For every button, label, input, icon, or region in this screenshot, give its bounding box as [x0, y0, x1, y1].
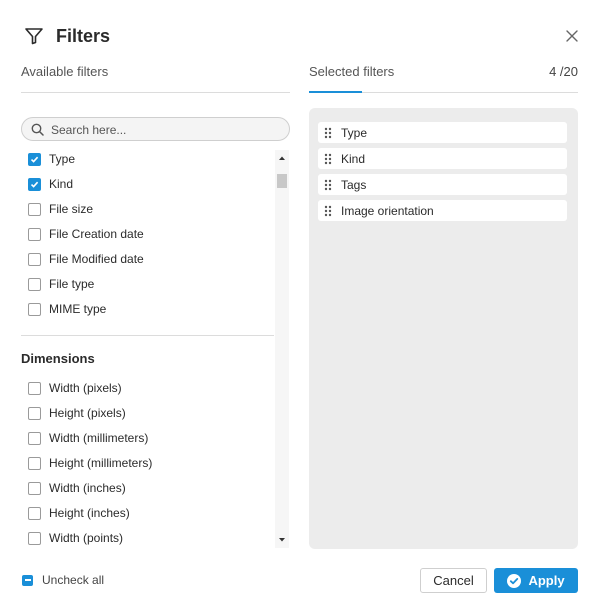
filter-item-label: File size	[49, 202, 94, 216]
apply-button[interactable]: Apply	[494, 568, 578, 593]
dialog-header: Filters	[0, 0, 600, 60]
list-scrollbar[interactable]	[275, 150, 289, 548]
section-heading-dimensions: Dimensions	[21, 351, 95, 366]
filter-item-label: Height (millimeters)	[49, 456, 153, 470]
available-filters-heading: Available filters	[21, 64, 109, 79]
selected-filter-label: Kind	[341, 151, 366, 166]
checkbox[interactable]	[28, 406, 41, 420]
checkbox[interactable]	[28, 431, 41, 445]
apply-button-label: Apply	[528, 573, 565, 588]
filter-item-label: Width (points)	[49, 531, 124, 545]
checkbox-checked[interactable]	[28, 152, 41, 166]
available-filters-divider	[21, 92, 290, 93]
checkbox-checked[interactable]	[28, 177, 41, 191]
selected-filter-kind[interactable]: Kind	[318, 148, 567, 169]
close-icon[interactable]	[564, 28, 580, 44]
checkbox[interactable]	[28, 481, 41, 495]
filter-item-label: Width (millimeters)	[49, 431, 149, 445]
scrollbar-thumb[interactable]	[277, 174, 287, 188]
filter-item-label: File Modified date	[49, 252, 144, 266]
filter-item-width-pixels[interactable]: Width (pixels)	[28, 378, 122, 398]
filter-item-file-modified-date[interactable]: File Modified date	[28, 249, 144, 269]
drag-handle-icon[interactable]	[324, 205, 332, 217]
filter-item-width-millimeters[interactable]: Width (millimeters)	[28, 428, 148, 448]
selected-filters-panel: Type Kind Tags Image orientation	[309, 108, 578, 549]
check-circle-icon	[507, 573, 522, 588]
selected-filter-label: Tags	[341, 177, 367, 192]
selected-filters-tab[interactable]: Selected filters	[309, 64, 394, 80]
funnel-icon	[25, 28, 43, 45]
filter-item-height-inches[interactable]: Height (inches)	[28, 503, 130, 523]
checkbox[interactable]	[28, 227, 41, 241]
drag-handle-icon[interactable]	[324, 153, 332, 165]
filter-item-label: Height (inches)	[49, 506, 130, 520]
selected-filters-tab-indicator	[309, 91, 362, 93]
check-icon	[30, 156, 39, 163]
selected-filter-image-orientation[interactable]: Image orientation	[318, 200, 567, 221]
uncheck-all-label: Uncheck all	[42, 573, 105, 587]
filter-item-file-type[interactable]: File type	[28, 274, 94, 294]
dialog-title: Filters	[56, 26, 111, 46]
selected-count: 4 /20	[549, 64, 578, 79]
available-filters-list: Type Kind File size File Creation date F…	[21, 147, 291, 549]
uncheck-all-toggle[interactable]: Uncheck all	[22, 573, 104, 587]
checkbox[interactable]	[28, 456, 41, 470]
indeterminate-checkbox[interactable]	[22, 574, 33, 586]
search-box	[21, 117, 290, 141]
filter-item-mime-type[interactable]: MIME type	[28, 299, 106, 319]
filter-item-width-points[interactable]: Width (points)	[28, 528, 123, 548]
search-icon	[31, 123, 44, 136]
filter-item-height-millimeters[interactable]: Height (millimeters)	[28, 453, 152, 473]
selected-filter-label: Image orientation	[341, 203, 434, 218]
filter-item-height-pixels[interactable]: Height (pixels)	[28, 403, 126, 423]
filter-item-label: File Creation date	[49, 227, 144, 241]
checkbox[interactable]	[28, 302, 41, 316]
selected-filter-label: Type	[341, 125, 368, 140]
filter-item-label: Width (pixels)	[49, 381, 122, 395]
filter-item-label: Height (pixels)	[49, 406, 126, 420]
checkbox[interactable]	[28, 381, 41, 395]
filter-item-label: MIME type	[49, 302, 107, 316]
filter-item-label: File type	[49, 277, 95, 291]
filter-item-type[interactable]: Type	[28, 149, 75, 169]
drag-handle-icon[interactable]	[324, 179, 332, 191]
selected-filter-type[interactable]: Type	[318, 122, 567, 143]
checkbox[interactable]	[28, 277, 41, 291]
checkbox[interactable]	[28, 252, 41, 266]
filter-item-file-creation-date[interactable]: File Creation date	[28, 224, 144, 244]
filter-item-width-inches[interactable]: Width (inches)	[28, 478, 126, 498]
filter-item-label: Type	[49, 152, 76, 166]
selected-filter-tags[interactable]: Tags	[318, 174, 567, 195]
filters-dialog: Filters Available filters Selected filte…	[0, 0, 600, 610]
scroll-up-arrow-icon[interactable]	[275, 154, 289, 162]
filter-item-file-size[interactable]: File size	[28, 199, 93, 219]
check-icon	[30, 181, 39, 188]
checkbox[interactable]	[28, 531, 41, 545]
minus-icon	[24, 579, 31, 581]
checkbox[interactable]	[28, 506, 41, 520]
search-input[interactable]	[51, 120, 281, 139]
filter-item-kind[interactable]: Kind	[28, 174, 73, 194]
cancel-button[interactable]: Cancel	[420, 568, 487, 593]
section-divider	[21, 335, 274, 336]
checkbox[interactable]	[28, 202, 41, 216]
scroll-down-arrow-icon[interactable]	[275, 536, 289, 544]
drag-handle-icon[interactable]	[324, 127, 332, 139]
filter-item-label: Width (inches)	[49, 481, 126, 495]
filter-item-label: Kind	[49, 177, 74, 191]
